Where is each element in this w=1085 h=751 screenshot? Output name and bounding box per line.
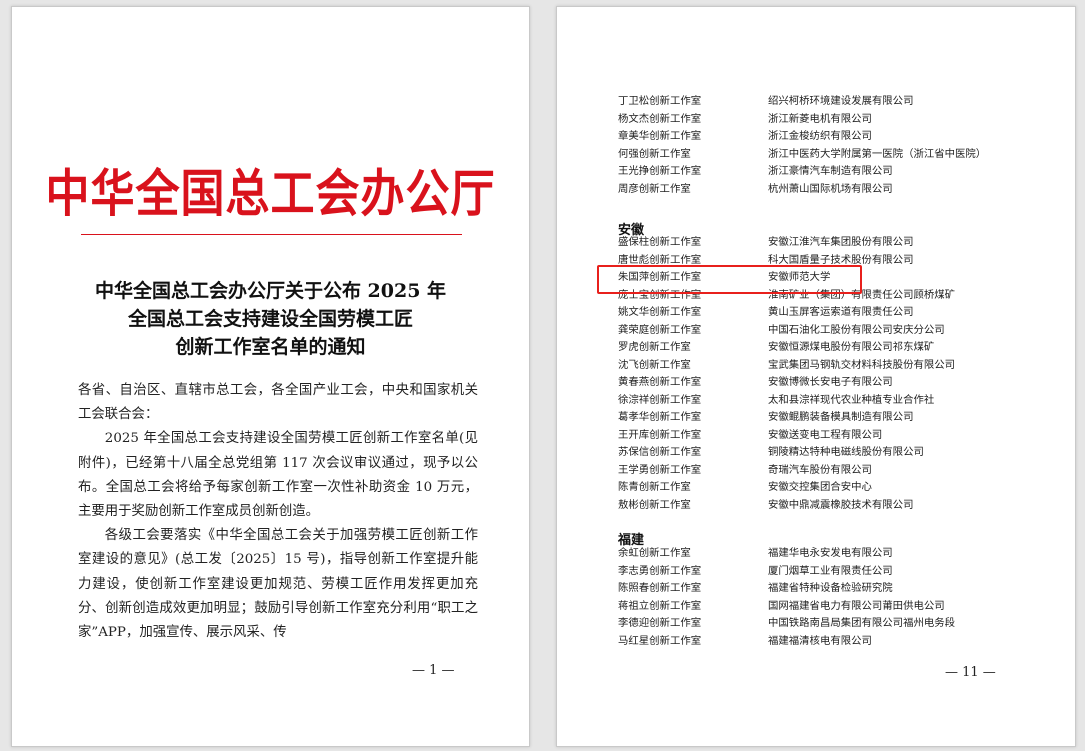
studio-name: 姚文华创新工作室 xyxy=(618,306,702,318)
title-line: 创新工作室名单的通知 xyxy=(175,336,366,358)
studio-name: 沈飞创新工作室 xyxy=(618,358,691,371)
document-title: 中华全国总工会办公厅关于公布 2025 年 全国总工会支持建设全国劳模工匠 创新… xyxy=(52,277,489,361)
body-paragraph: 2025 年全国总工会支持建设全国劳模工匠创新工作室名单(见附件)，已经第十八届… xyxy=(78,431,478,520)
studio-organization: 中国铁路南昌局集团有限公司福州电务段 xyxy=(768,617,956,629)
studio-name: 罗虎创新工作室 xyxy=(618,341,691,353)
masthead: 中华全国总工会办公厅 xyxy=(45,164,496,224)
studio-name: 何强创新工作室 xyxy=(618,147,691,160)
studio-name: 周彦创新工作室 xyxy=(618,182,691,195)
notice-body: 各省、自治区、直辖市总工会，各全国产业工会，中央和国家机关工会联合会： 2025… xyxy=(78,379,478,645)
title-line: 全国总工会支持建设全国劳模工匠 xyxy=(127,308,413,330)
studio-name: 陈青创新工作室 xyxy=(618,481,691,493)
studio-organization: 宝武集团马钢轨交材料科技股份有限公司 xyxy=(768,358,956,371)
studio-organization: 太和县淙祥现代农业种植专业合作社 xyxy=(768,393,935,406)
studio-name: 蒋祖立创新工作室 xyxy=(618,599,702,612)
studio-name: 章美华创新工作室 xyxy=(618,130,702,142)
red-rule-divider xyxy=(81,234,462,235)
studio-name: 葛孝华创新工作室 xyxy=(618,411,702,423)
studio-name: 王学勇创新工作室 xyxy=(618,463,702,476)
studio-organization: 铜陵精达特种电磁线股份有限公司 xyxy=(768,446,924,458)
studio-organization: 浙江新菱电机有限公司 xyxy=(768,112,872,125)
studio-name: 杨文杰创新工作室 xyxy=(618,112,702,125)
body-paragraph: 各级工会要落实《中华全国总工会关于加强劳模工匠创新工作室建设的意见》(总工发〔2… xyxy=(78,528,478,641)
studio-organization: 厦门烟草工业有限责任公司 xyxy=(768,564,893,577)
studio-organization: 安徽送变电工程有限公司 xyxy=(768,428,883,441)
studio-organization: 浙江中医药大学附属第一医院（浙江省中医院） xyxy=(768,147,987,160)
studio-organization: 福建华电永安发电有限公司 xyxy=(768,547,893,559)
page-number: — 1 — xyxy=(412,663,455,678)
studio-organization: 安徽交控集团合安中心 xyxy=(768,481,872,493)
studio-organization: 杭州萧山国际机场有限公司 xyxy=(768,182,893,195)
studio-name: 王开库创新工作室 xyxy=(618,428,702,441)
studio-name: 余虹创新工作室 xyxy=(618,547,691,559)
studio-organization: 福建福清核电有限公司 xyxy=(768,634,872,647)
studio-organization: 福建省特种设备检验研究院 xyxy=(768,582,893,594)
left-page: 中华全国总工会办公厅 中华全国总工会办公厅关于公布 2025 年 全国总工会支持… xyxy=(11,6,530,747)
studio-name: 龚荣庭创新工作室 xyxy=(618,323,702,336)
studio-name: 李志勇创新工作室 xyxy=(618,564,702,577)
highlight-box xyxy=(597,265,862,294)
title-line: 中华全国总工会办公厅关于公布 2025 年 xyxy=(94,280,447,302)
studio-name: 丁卫松创新工作室 xyxy=(618,95,702,107)
studio-organization: 国网福建省电力有限公司莆田供电公司 xyxy=(768,599,945,612)
right-page: 丁卫松创新工作室 绍兴柯桥环境建设发展有限公司杨文杰创新工作室 浙江新菱电机有限公司… xyxy=(556,6,1076,747)
studio-organization: 安徽中鼎减震橡胶技术有限公司 xyxy=(768,498,914,511)
studio-name: 徐淙祥创新工作室 xyxy=(618,393,702,406)
studio-name: 敖彬创新工作室 xyxy=(618,498,691,511)
studio-name: 黄春燕创新工作室 xyxy=(618,376,702,388)
studio-name: 马红星创新工作室 xyxy=(618,634,702,647)
studio-name: 苏保信创新工作室 xyxy=(618,446,702,458)
studio-name: 陈照春创新工作室 xyxy=(618,582,702,594)
studio-organization: 奇瑞汽车股份有限公司 xyxy=(768,463,872,476)
studio-organization: 安徽江淮汽车集团股份有限公司 xyxy=(768,236,914,248)
studio-organization: 安徽博微长安电子有限公司 xyxy=(768,376,893,388)
studio-organization: 安徽鲲鹏装备模具制造有限公司 xyxy=(768,411,914,423)
studio-organization: 黄山玉屏客运索道有限责任公司 xyxy=(768,306,914,318)
studio-name: 盛保柱创新工作室 xyxy=(618,236,702,248)
studio-name: 李德迎创新工作室 xyxy=(618,617,702,629)
page-number: — 11 — xyxy=(945,665,996,680)
studio-organization: 中国石油化工股份有限公司安庆分公司 xyxy=(768,323,945,336)
salutation-paragraph: 各省、自治区、直辖市总工会，各全国产业工会，中央和国家机关工会联合会： xyxy=(78,383,478,423)
studio-organization: 浙江金梭纺织有限公司 xyxy=(768,130,872,142)
studio-organization: 浙江豪情汽车制造有限公司 xyxy=(768,165,893,177)
studio-name: 王光挣创新工作室 xyxy=(618,165,702,177)
studio-organization: 安徽恒源煤电股份有限公司祁东煤矿 xyxy=(768,341,935,353)
studio-organization: 绍兴柯桥环境建设发展有限公司 xyxy=(768,95,914,107)
